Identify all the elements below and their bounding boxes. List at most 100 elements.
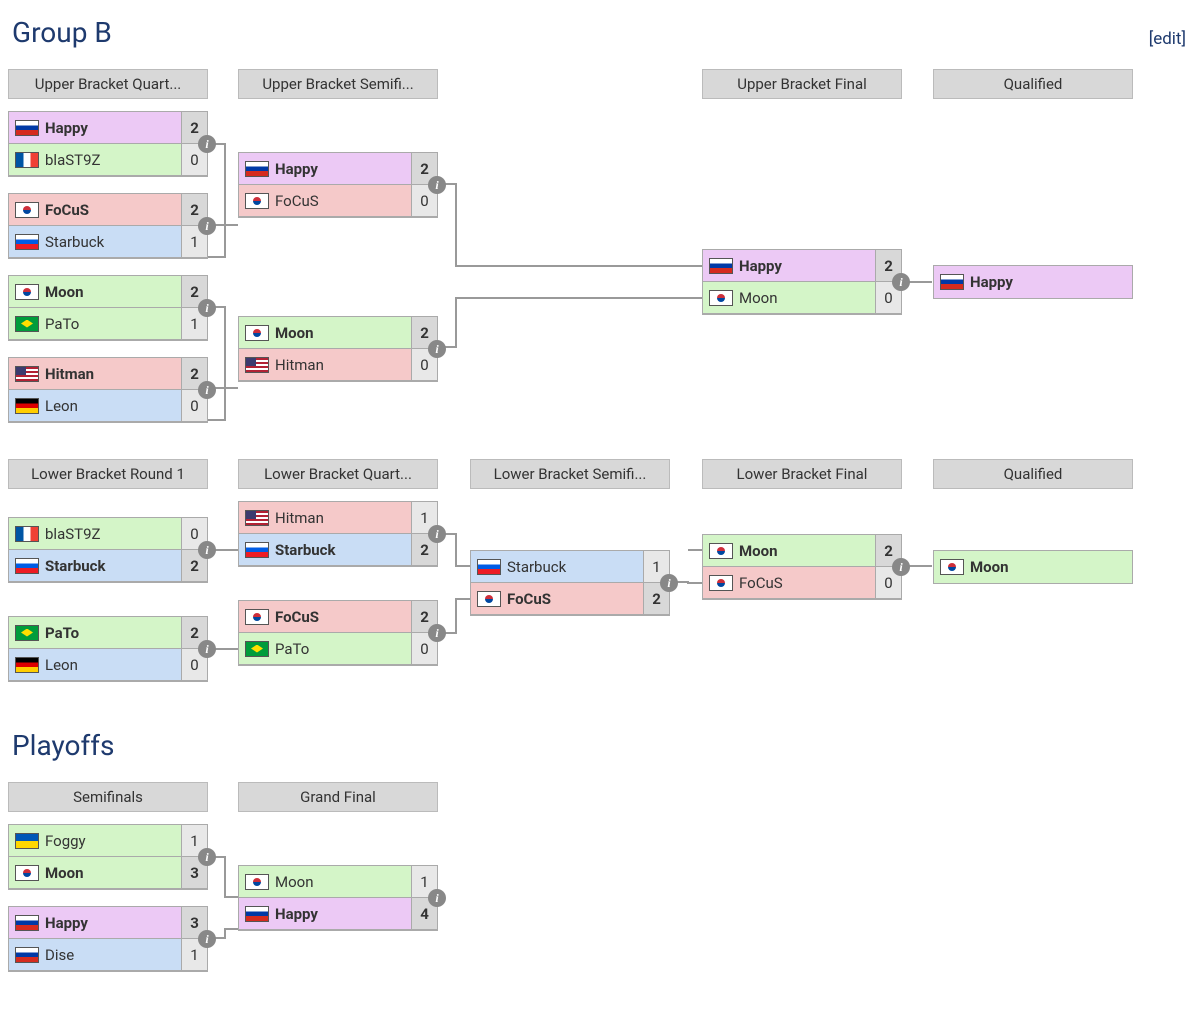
player-slot[interactable]: Happy <box>934 266 1132 298</box>
player-name: Moon <box>275 873 411 891</box>
info-icon[interactable]: i <box>892 273 910 291</box>
player-slot[interactable]: Happy2 <box>9 112 207 144</box>
info-icon[interactable]: i <box>428 340 446 358</box>
flag-de <box>15 398 39 414</box>
player-slot[interactable]: Leon0 <box>9 390 207 422</box>
match-lf[interactable]: Moon2FoCuS0i <box>702 534 902 600</box>
player-slot[interactable]: Moon <box>934 551 1132 583</box>
player-name: Hitman <box>275 356 411 374</box>
player-name: FoCuS <box>739 574 875 592</box>
player-slot[interactable]: Moon0 <box>703 282 901 314</box>
player-slot[interactable]: Moon1 <box>239 866 437 898</box>
match-lq2[interactable]: FoCuS2PaTo0i <box>238 600 438 666</box>
info-icon[interactable]: i <box>428 525 446 543</box>
info-icon[interactable]: i <box>428 624 446 642</box>
player-slot[interactable]: Hitman1 <box>239 502 437 534</box>
flag-kr <box>245 874 269 890</box>
player-slot[interactable]: Starbuck1 <box>9 226 207 258</box>
flag-fr <box>15 526 39 542</box>
round-header: Lower Bracket Quart... <box>238 459 438 489</box>
player-name: Happy <box>45 914 181 932</box>
round-header: Upper Bracket Quart... <box>8 69 208 99</box>
player-name: FoCuS <box>275 608 411 626</box>
player-slot[interactable]: Hitman2 <box>9 358 207 390</box>
player-slot[interactable]: FoCuS0 <box>703 567 901 599</box>
flag-kr <box>245 193 269 209</box>
player-slot[interactable]: FoCuS2 <box>239 601 437 633</box>
flag-kr <box>709 575 733 591</box>
round-header: Lower Bracket Final <box>702 459 902 489</box>
player-name: blaST9Z <box>45 525 181 543</box>
round-header: Upper Bracket Final <box>702 69 902 99</box>
player-name: Leon <box>45 397 181 415</box>
player-slot[interactable]: Starbuck1 <box>471 551 669 583</box>
info-icon[interactable]: i <box>198 135 216 153</box>
player-slot[interactable]: Moon2 <box>703 535 901 567</box>
match-lq1[interactable]: Hitman1Starbuck2i <box>238 501 438 567</box>
player-slot[interactable]: blaST9Z0 <box>9 144 207 176</box>
info-icon[interactable]: i <box>660 574 678 592</box>
match-uq3[interactable]: Moon2PaTo1i <box>8 275 208 341</box>
info-icon[interactable]: i <box>198 217 216 235</box>
player-slot[interactable]: PaTo1 <box>9 308 207 340</box>
round-header: Semifinals <box>8 782 208 812</box>
player-slot[interactable]: PaTo0 <box>239 633 437 665</box>
player-slot[interactable]: Happy2 <box>703 250 901 282</box>
info-icon[interactable]: i <box>428 176 446 194</box>
flag-kr <box>15 284 39 300</box>
player-slot[interactable]: Foggy1 <box>9 825 207 857</box>
player-slot[interactable]: Moon2 <box>9 276 207 308</box>
player-slot[interactable]: blaST9Z0 <box>9 518 207 550</box>
playoffs-title: Playoffs <box>12 729 1186 762</box>
player-slot[interactable]: Hitman0 <box>239 349 437 381</box>
flag-si <box>15 558 39 574</box>
player-name: Starbuck <box>507 558 643 576</box>
flag-de <box>15 657 39 673</box>
match-lr1b[interactable]: PaTo2Leon0i <box>8 616 208 682</box>
info-icon[interactable]: i <box>198 640 216 658</box>
player-slot[interactable]: Leon0 <box>9 649 207 681</box>
flag-ru <box>15 947 39 963</box>
info-icon[interactable]: i <box>198 541 216 559</box>
match-uq1[interactable]: Happy2blaST9Z0i <box>8 111 208 177</box>
match-us2[interactable]: Moon2Hitman0i <box>238 316 438 382</box>
flag-ua <box>15 833 39 849</box>
player-slot[interactable]: FoCuS2 <box>471 583 669 615</box>
player-slot[interactable]: Starbuck2 <box>9 550 207 582</box>
player-slot[interactable]: Dise1 <box>9 939 207 971</box>
player-name: PaTo <box>275 640 411 658</box>
match-lr1a[interactable]: blaST9Z0Starbuck2i <box>8 517 208 583</box>
player-slot[interactable]: Starbuck2 <box>239 534 437 566</box>
player-slot[interactable]: Happy2 <box>239 153 437 185</box>
player-name: Moon <box>739 289 875 307</box>
player-slot[interactable]: Happy3 <box>9 907 207 939</box>
player-slot[interactable]: Moon3 <box>9 857 207 889</box>
player-slot[interactable]: FoCuS0 <box>239 185 437 217</box>
match-uq4[interactable]: Hitman2Leon0i <box>8 357 208 423</box>
match-sf2[interactable]: Happy3Dise1i <box>8 906 208 972</box>
edit-link[interactable]: [edit] <box>1149 29 1186 49</box>
player-slot[interactable]: Happy4 <box>239 898 437 930</box>
info-icon[interactable]: i <box>198 299 216 317</box>
info-icon[interactable]: i <box>198 930 216 948</box>
player-slot[interactable]: PaTo2 <box>9 617 207 649</box>
match-uq2[interactable]: FoCuS2Starbuck1i <box>8 193 208 259</box>
player-slot[interactable]: Moon2 <box>239 317 437 349</box>
info-icon[interactable]: i <box>428 889 446 907</box>
info-icon[interactable]: i <box>198 381 216 399</box>
player-name: PaTo <box>45 315 181 333</box>
upper-bracket: Upper Bracket Quart...Upper Bracket Semi… <box>8 69 1186 429</box>
info-icon[interactable]: i <box>892 558 910 576</box>
player-slot[interactable]: FoCuS2 <box>9 194 207 226</box>
match-us1[interactable]: Happy2FoCuS0i <box>238 152 438 218</box>
match-uf[interactable]: Happy2Moon0i <box>702 249 902 315</box>
player-name: PaTo <box>45 624 181 642</box>
match-sf1[interactable]: Foggy1Moon3i <box>8 824 208 890</box>
info-icon[interactable]: i <box>198 848 216 866</box>
match-uqal[interactable]: Happy <box>933 265 1133 299</box>
match-ls[interactable]: Starbuck1FoCuS2i <box>470 550 670 616</box>
match-gf[interactable]: Moon1Happy4i <box>238 865 438 931</box>
player-name: Happy <box>739 257 875 275</box>
match-lqal[interactable]: Moon <box>933 550 1133 584</box>
flag-kr <box>709 543 733 559</box>
